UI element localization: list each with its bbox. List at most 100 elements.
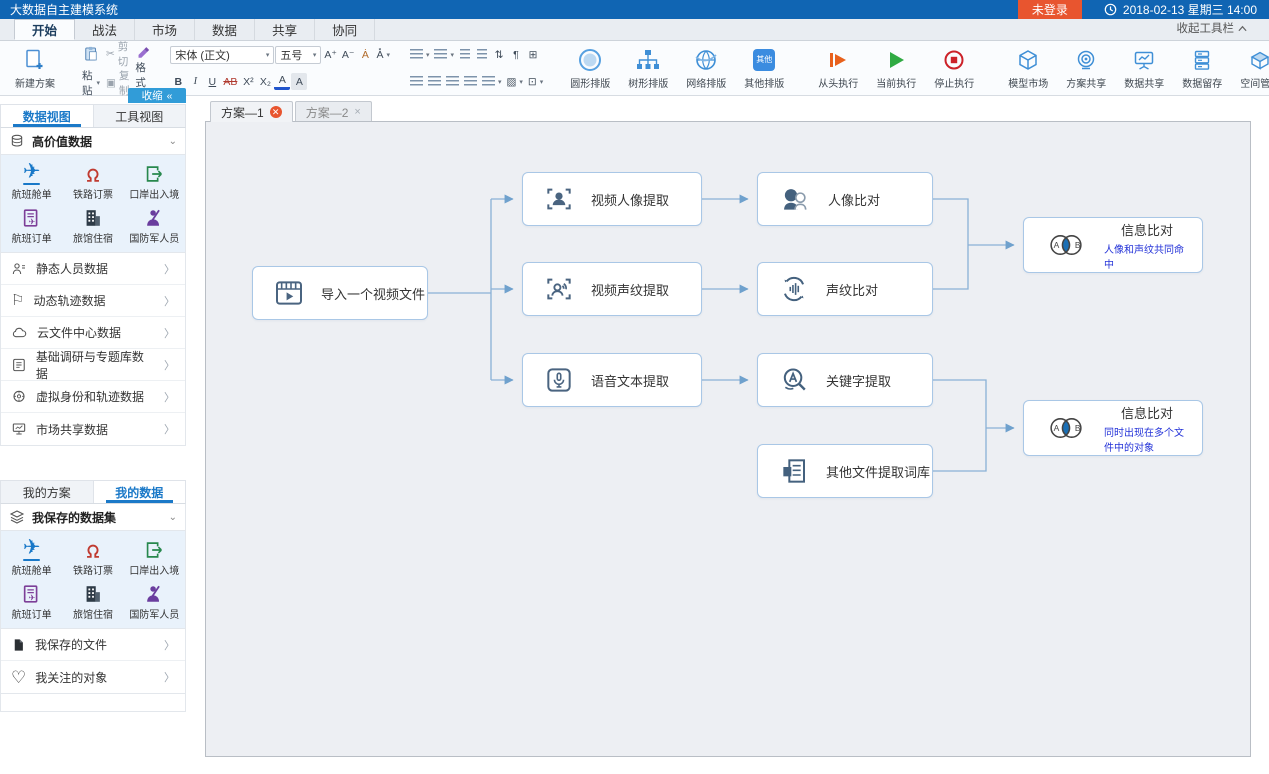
doc-tab-plan2[interactable]: 方案—2 ×: [295, 101, 372, 122]
paste-button[interactable]: 粘贴 ▾: [80, 74, 102, 91]
ribbon-tab-market[interactable]: 市场: [135, 19, 195, 40]
section-high-value-data[interactable]: 高价值数据 ⌄: [0, 128, 186, 155]
stop-button[interactable]: 停止执行: [925, 44, 983, 92]
align-center-button[interactable]: [426, 73, 443, 90]
close-tab-icon[interactable]: ✕: [270, 106, 282, 118]
other-layout-button[interactable]: 其他 其他排版: [735, 44, 793, 92]
tree-item-my-watched[interactable]: ♡ 我关注的对象 〉: [1, 661, 185, 693]
circle-layout-button[interactable]: 圆形排版: [561, 44, 619, 92]
grid-item-flight-manifest[interactable]: ✈ 航班舱单: [1, 535, 62, 579]
increase-indent-button[interactable]: [474, 46, 490, 63]
tab-my-plans[interactable]: 我的方案: [1, 481, 94, 503]
hotel-icon: [82, 583, 104, 605]
tree-item-dynamic-track[interactable]: ⚐ 动态轨迹数据 〉: [1, 285, 185, 317]
superscript-button[interactable]: X²: [240, 73, 256, 90]
data-retain-button[interactable]: 数据留存: [1173, 44, 1231, 92]
paragraph-mark-button[interactable]: ¶: [508, 46, 524, 63]
grid-item-flight-order[interactable]: ✈ 航班订单: [1, 579, 62, 623]
tree-item-my-files[interactable]: 我保存的文件 〉: [1, 629, 185, 661]
flow-canvas[interactable]: 导入一个视频文件 视频人像提取 视频声纹提取 语音文: [205, 121, 1251, 757]
node-voice-compare[interactable]: 声纹比对: [757, 262, 933, 316]
font-color-button[interactable]: A: [274, 73, 290, 90]
login-status-badge[interactable]: 未登录: [1018, 0, 1082, 19]
subscript-button[interactable]: X₂: [257, 73, 273, 90]
grid-item-border-entry[interactable]: 口岸出入境: [124, 535, 185, 579]
node-info-compare-1[interactable]: A B 信息比对 人像和声纹共同命中: [1023, 217, 1203, 273]
model-market-button[interactable]: 模型市场: [999, 44, 1057, 92]
shrink-font-button[interactable]: A⁻: [340, 47, 357, 64]
tree-item-static-person[interactable]: 静态人员数据 〉: [1, 253, 185, 285]
grid-item-rail-ticket[interactable]: 铁路订票: [62, 535, 123, 579]
node-video-voiceprint-extract[interactable]: 视频声纹提取: [522, 262, 702, 316]
node-other-file-lexicon[interactable]: 其他文件提取词库: [757, 444, 933, 498]
align-justify-button[interactable]: [462, 73, 479, 90]
shading-button[interactable]: ▨▾: [504, 73, 524, 90]
italic-button[interactable]: I: [187, 73, 203, 90]
node-face-compare[interactable]: 人像比对: [757, 172, 933, 226]
align-right-button[interactable]: [444, 73, 461, 90]
decrease-indent-button[interactable]: [457, 46, 473, 63]
section-saved-datasets[interactable]: 我保存的数据集 ⌄: [0, 504, 186, 531]
grid-item-defense-personnel[interactable]: 国防军人员: [124, 203, 185, 247]
grid-item-hotel[interactable]: 旅馆住宿: [62, 203, 123, 247]
ribbon-tab-data[interactable]: 数据: [195, 19, 255, 40]
line-spacing-button[interactable]: ▾: [480, 73, 504, 90]
char-shading-button[interactable]: A: [291, 73, 307, 90]
doc-tab-plan1[interactable]: 方案—1 ✕: [210, 101, 293, 122]
align-left-button[interactable]: [408, 73, 425, 90]
sidebar-collapse-button[interactable]: 收缩 «: [128, 88, 186, 103]
run-current-button[interactable]: 当前执行: [867, 44, 925, 92]
tab-data-view[interactable]: 数据视图: [1, 105, 94, 127]
tree-item-market-share-data[interactable]: 市场共享数据 〉: [1, 413, 185, 445]
grid-item-flight-order[interactable]: ✈ 航班订单: [1, 203, 62, 247]
grow-font-button[interactable]: A⁺: [322, 47, 339, 64]
grid-item-flight-manifest[interactable]: ✈ 航班舱单: [1, 159, 62, 203]
border-entry-icon: [143, 539, 165, 561]
tree-item-label: 云文件中心数据: [37, 324, 121, 341]
node-label: 导入一个视频文件: [321, 284, 425, 303]
plane-icon: ✈: [23, 162, 41, 182]
grid-item-border-entry[interactable]: 口岸出入境: [124, 159, 185, 203]
grid-item-hotel[interactable]: 旅馆住宿: [62, 579, 123, 623]
grid-item-defense-personnel[interactable]: 国防军人员: [124, 579, 185, 623]
space-manage-button[interactable]: 空间管理: [1231, 44, 1269, 92]
close-tab-icon[interactable]: ×: [354, 106, 360, 118]
node-keyword-extract[interactable]: 关键字提取: [757, 353, 933, 407]
strikethrough-button[interactable]: AB: [221, 73, 239, 90]
tree-item-virtual-identity[interactable]: 虚拟身份和轨迹数据 〉: [1, 381, 185, 413]
plan-share-button[interactable]: 方案共享: [1057, 44, 1115, 92]
borders-button[interactable]: ⊡▾: [526, 73, 545, 90]
numbered-list-button[interactable]: ▾: [432, 46, 456, 63]
data-share-button[interactable]: 数据共享: [1115, 44, 1173, 92]
ribbon-tab-tactics[interactable]: 战法: [75, 19, 135, 40]
clear-format-button[interactable]: A̽▾: [374, 47, 392, 64]
font-family-combobox[interactable]: 宋体 (正文) ▾: [170, 46, 274, 64]
person-list-icon: [11, 261, 27, 277]
font-size-combobox[interactable]: 五号 ▾: [275, 46, 321, 64]
file-icon: [11, 637, 26, 653]
node-import-video[interactable]: 导入一个视频文件: [252, 266, 428, 320]
bullet-list-button[interactable]: ▾: [408, 46, 432, 63]
table-button[interactable]: ⊞: [525, 46, 541, 63]
underline-button[interactable]: U: [204, 73, 220, 90]
tab-tool-view[interactable]: 工具视图: [94, 105, 186, 127]
tab-my-data[interactable]: 我的数据: [94, 481, 186, 503]
sort-button[interactable]: ⇅: [491, 46, 507, 63]
ribbon-tab-start[interactable]: 开始: [14, 19, 75, 40]
tree-item-survey-library[interactable]: 基础调研与专题库数据 〉: [1, 349, 185, 381]
node-info-compare-2[interactable]: A B 信息比对 同时出现在多个文件中的对象: [1023, 400, 1203, 456]
tree-item-cloud-files[interactable]: 云文件中心数据 〉: [1, 317, 185, 349]
grid-item-rail-ticket[interactable]: 铁路订票: [62, 159, 123, 203]
node-speech-to-text[interactable]: 语音文本提取: [522, 353, 702, 407]
collapse-toolbar-button[interactable]: 收起工具栏: [1177, 20, 1248, 36]
ribbon-tab-share[interactable]: 共享: [255, 19, 315, 40]
tree-layout-button[interactable]: 树形排版: [619, 44, 677, 92]
paste-icon[interactable]: [80, 45, 102, 62]
run-from-start-button[interactable]: 从头执行: [809, 44, 867, 92]
network-layout-button[interactable]: 网络排版: [677, 44, 735, 92]
phonetic-button[interactable]: Ȧ: [357, 47, 373, 64]
cut-button[interactable]: ✂ 剪切: [104, 45, 131, 62]
new-plan-button[interactable]: 新建方案: [6, 44, 64, 92]
ribbon-tab-collab[interactable]: 协同: [315, 19, 375, 40]
node-video-face-extract[interactable]: 视频人像提取: [522, 172, 702, 226]
